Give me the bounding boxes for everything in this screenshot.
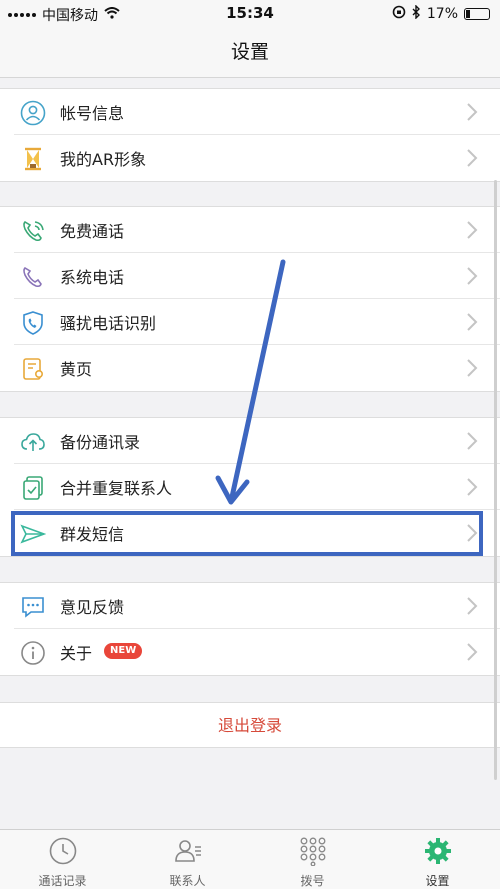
settings-item-backup-contacts[interactable]: 备份通讯录: [0, 418, 500, 464]
tab-call-log[interactable]: 通话记录: [0, 830, 125, 889]
settings-item-ar-avatar[interactable]: 我的AR形象: [0, 135, 500, 181]
new-badge: NEW: [104, 643, 143, 659]
chevron-right-icon: [466, 642, 478, 662]
tab-label: 联系人: [169, 874, 206, 888]
contacts-icon: [173, 836, 203, 866]
chevron-right-icon: [466, 477, 478, 497]
settings-group-about: 意见反馈 关于 NEW: [0, 582, 500, 676]
merge-contacts-icon: [20, 475, 46, 501]
settings-item-label: 系统电话: [60, 268, 125, 287]
logout-button[interactable]: 退出登录: [0, 702, 500, 748]
settings-item-merge-duplicates[interactable]: 合并重复联系人: [0, 464, 500, 510]
settings-item-label: 我的AR形象: [60, 150, 147, 169]
settings-item-about[interactable]: 关于 NEW: [0, 629, 500, 675]
settings-group-calls: 免费通话 系统电话 骚扰电话识别 黄页: [0, 206, 500, 392]
hourglass-avatar-icon: [20, 146, 46, 172]
tab-label: 设置: [425, 874, 450, 888]
rotation-lock-icon: [392, 5, 406, 23]
settings-group-account: 帐号信息 我的AR形象: [0, 88, 500, 182]
person-icon: [20, 100, 46, 126]
settings-item-label: 群发短信: [60, 525, 125, 544]
settings-group-contacts: 备份通讯录 合并重复联系人 群发短信: [0, 417, 500, 557]
phone-wifi-icon: [20, 218, 46, 244]
settings-item-feedback[interactable]: 意见反馈: [0, 583, 500, 629]
settings-item-label: 骚扰电话识别: [60, 314, 157, 333]
tab-label: 拨号: [300, 874, 325, 888]
settings-item-system-phone[interactable]: 系统电话: [0, 253, 500, 299]
settings-item-label: 备份通讯录: [60, 433, 141, 452]
chevron-right-icon: [466, 431, 478, 451]
scrollbar[interactable]: [494, 180, 497, 780]
clock-icon: [48, 836, 78, 866]
dialpad-icon: [298, 836, 328, 867]
tab-contacts[interactable]: 联系人: [125, 830, 250, 889]
chevron-right-icon: [466, 596, 478, 616]
settings-item-free-call[interactable]: 免费通话: [0, 207, 500, 253]
settings-item-yellow-pages[interactable]: 黄页: [0, 345, 500, 391]
settings-item-label: 黄页: [60, 360, 93, 379]
chevron-right-icon: [466, 312, 478, 332]
chevron-right-icon: [466, 148, 478, 168]
settings-item-harassment-call-id[interactable]: 骚扰电话识别: [0, 299, 500, 345]
tab-label: 通话记录: [38, 874, 87, 888]
tab-dialpad[interactable]: 拨号: [250, 830, 375, 889]
chevron-right-icon: [466, 266, 478, 286]
shield-phone-icon: [20, 310, 46, 336]
settings-item-label: 合并重复联系人: [60, 479, 173, 498]
cloud-upload-icon: [20, 429, 46, 455]
settings-item-label: 关于: [60, 644, 93, 663]
page-title: 设置: [0, 28, 500, 78]
tab-bar: 通话记录 联系人 拨号 设置: [0, 829, 500, 889]
settings-item-mass-sms[interactable]: 群发短信: [0, 510, 500, 556]
settings-item-account-info[interactable]: 帐号信息: [0, 89, 500, 135]
settings-item-label: 帐号信息: [60, 104, 125, 123]
chevron-right-icon: [466, 523, 478, 543]
status-bar: 中国移动 15:34 17%: [0, 0, 500, 28]
yellow-page-icon: [20, 356, 46, 382]
phone-icon: [20, 264, 46, 290]
tab-settings[interactable]: 设置: [375, 830, 500, 889]
chevron-right-icon: [466, 358, 478, 378]
send-plane-icon: [20, 521, 46, 547]
battery-percent: 17%: [426, 6, 458, 22]
chevron-right-icon: [466, 220, 478, 240]
gear-icon: [423, 836, 453, 866]
settings-item-label: 意见反馈: [60, 598, 125, 617]
battery-icon: [464, 8, 490, 20]
settings-item-label: 免费通话: [60, 222, 125, 241]
feedback-chat-icon: [20, 594, 46, 620]
bluetooth-icon: [412, 4, 421, 23]
status-right: 17%: [392, 4, 490, 23]
info-icon: [20, 640, 46, 666]
chevron-right-icon: [466, 102, 478, 122]
